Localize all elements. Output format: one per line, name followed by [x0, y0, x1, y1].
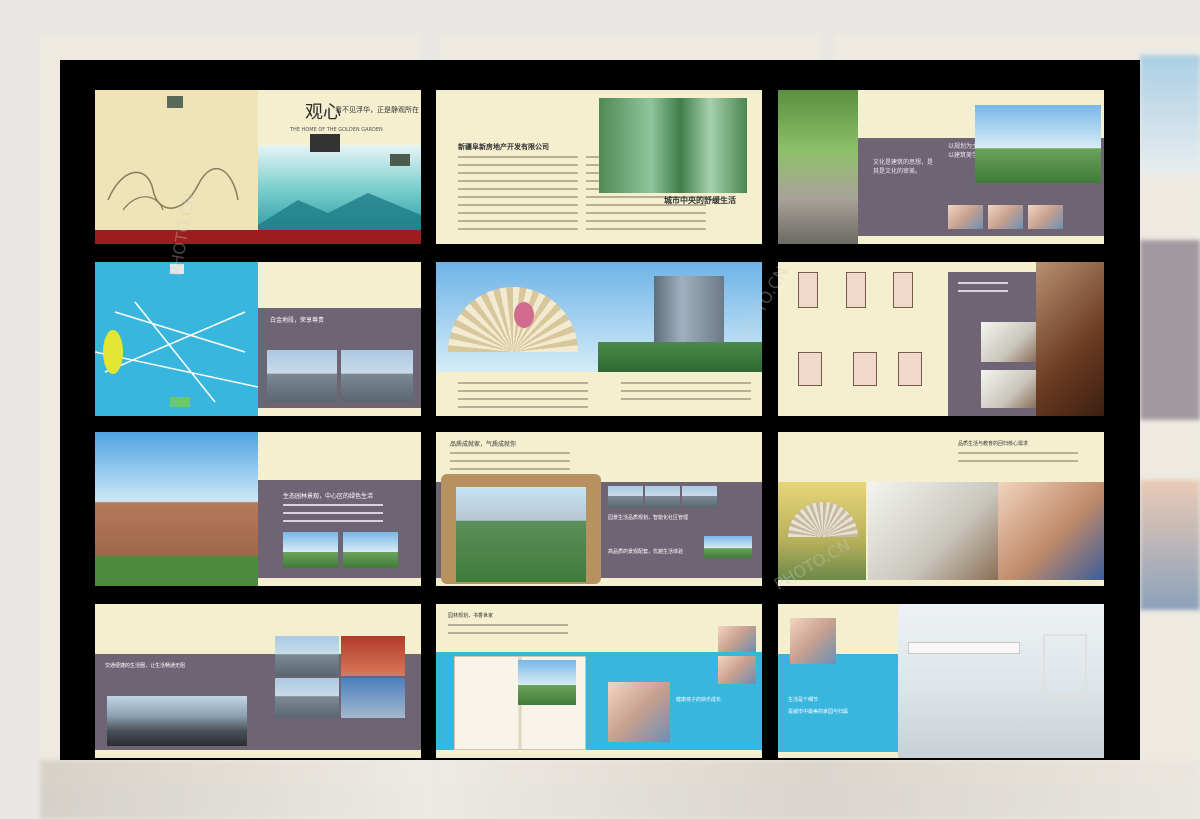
amenity-photo-4	[704, 536, 752, 558]
home-left-title: 生活是个细节	[788, 697, 819, 703]
city-photo-1	[267, 350, 337, 402]
amenity-photo-2	[645, 486, 680, 508]
background-photo	[1140, 55, 1200, 175]
amenity-photo-1	[608, 486, 643, 508]
cover-logo-small	[390, 154, 410, 166]
waterfall-photo	[778, 90, 858, 244]
garden-page: 生态园林景观，中心区的绿色生活	[95, 432, 421, 586]
floorplan-unit	[893, 272, 913, 308]
shop-photo-1	[275, 636, 339, 676]
floorplan-page	[778, 262, 1104, 416]
ornament-illustration	[107, 167, 239, 211]
shop-photo-2	[341, 636, 405, 676]
logo-badge	[167, 96, 183, 108]
location-map-roads	[95, 301, 258, 407]
company-page: 新疆阜新房地产开发有限公司 城市中央的舒缓生活	[436, 90, 762, 244]
forest-photo	[599, 98, 747, 193]
garden-photo-2	[343, 532, 398, 568]
garden-photo-1	[283, 532, 338, 568]
floorplan-unit	[898, 352, 922, 386]
child-portrait	[998, 482, 1104, 580]
floorplan-unit	[853, 352, 877, 386]
city-photo-2	[341, 350, 413, 402]
cover-photo-thumb	[310, 134, 340, 152]
landscape-top-text: 品质成就家，气质成就你	[450, 441, 517, 448]
background-photo	[1140, 480, 1200, 610]
apartment-photo	[95, 432, 258, 586]
background-strip-bottom	[40, 760, 1200, 819]
culture-left-text: 文化是建筑的思想，是其是文化的审美。	[873, 159, 934, 175]
attic-room-photo	[868, 482, 998, 580]
residential-aerial	[456, 487, 586, 582]
location-page: 白金地段，荣享尊贵	[95, 262, 421, 416]
fan-page	[436, 262, 762, 416]
staircase-photo	[1036, 262, 1104, 416]
students-photo-2	[718, 656, 756, 684]
living-room-photo	[981, 322, 1036, 362]
cover-page: 观心 看不见浮华，正是静观所在 THE HOME OF THE GOLDEN G…	[95, 90, 421, 244]
cover-tagline: 看不见浮华，正是静观所在	[335, 106, 419, 114]
road-photo	[107, 696, 247, 746]
home-left-sub: 是城市中最美的家园与归属	[788, 709, 849, 715]
landscape-right-text-2: 高品质的景观配套，优越生活体验	[608, 549, 684, 555]
brochure-sheet: 观心 看不见浮华，正是静观所在 THE HOME OF THE GOLDEN G…	[60, 60, 1140, 760]
location-caption: 白金地段，荣享尊贵	[270, 317, 325, 324]
landscape-page: 品质成就家，气质成就你 园景生活品质规划，智能化社区管理 高品质的景观配套，优越…	[436, 432, 762, 586]
transport-caption: 交通便捷的生活圈，让生活畅通无阻	[105, 663, 186, 669]
floorplan-unit	[798, 272, 818, 308]
rocking-chair	[1043, 634, 1087, 698]
transport-page: 交通便捷的生活圈，让生活畅通无阻	[95, 604, 421, 758]
home-page: 生活是个细节 是城市中最美的家园与归属	[778, 604, 1104, 758]
floorplan-unit	[798, 352, 822, 386]
landscape-right-text-1: 园景生活品质规划，智能化社区管理	[608, 515, 689, 521]
dancer-figure	[514, 302, 534, 328]
family-photo-2	[988, 205, 1023, 229]
family-photo-3	[1028, 205, 1063, 229]
company-name: 新疆阜新房地产开发有限公司	[458, 143, 549, 151]
education-right-text: 健康孩子的快乐成长	[676, 697, 722, 703]
family-photo-1	[948, 205, 983, 229]
shop-photo-4	[341, 678, 405, 718]
floorplan-unit	[846, 272, 866, 308]
kitchen-photo	[981, 370, 1036, 408]
dining-table	[908, 642, 1020, 654]
education-top-text: 园林规划，书香世家	[448, 613, 494, 619]
culture-page: 文化是建筑的思想，是其是文化的审美。 以规划为主，以建筑美学	[778, 90, 1104, 244]
education-page: 园林规划，书香世家 健康孩子的快乐成长	[436, 604, 762, 758]
cover-red-band	[95, 230, 421, 244]
background-photo	[1140, 240, 1200, 420]
amenity-photo-3	[682, 486, 717, 508]
garden-caption: 生态园林景观，中心区的绿色生活	[283, 493, 374, 500]
students-photo-1	[718, 626, 756, 652]
mountain-silhouette	[258, 193, 421, 230]
trees-strip	[598, 342, 762, 372]
company-headline: 城市中央的舒缓生活	[664, 196, 736, 205]
kids-caption: 品质生活与教育的回归核心需求	[958, 441, 1029, 447]
book-photo	[518, 660, 576, 705]
children-photo	[608, 682, 670, 742]
shop-photo-3	[275, 678, 339, 718]
family-portrait	[790, 618, 836, 664]
villa-photo	[975, 105, 1101, 183]
